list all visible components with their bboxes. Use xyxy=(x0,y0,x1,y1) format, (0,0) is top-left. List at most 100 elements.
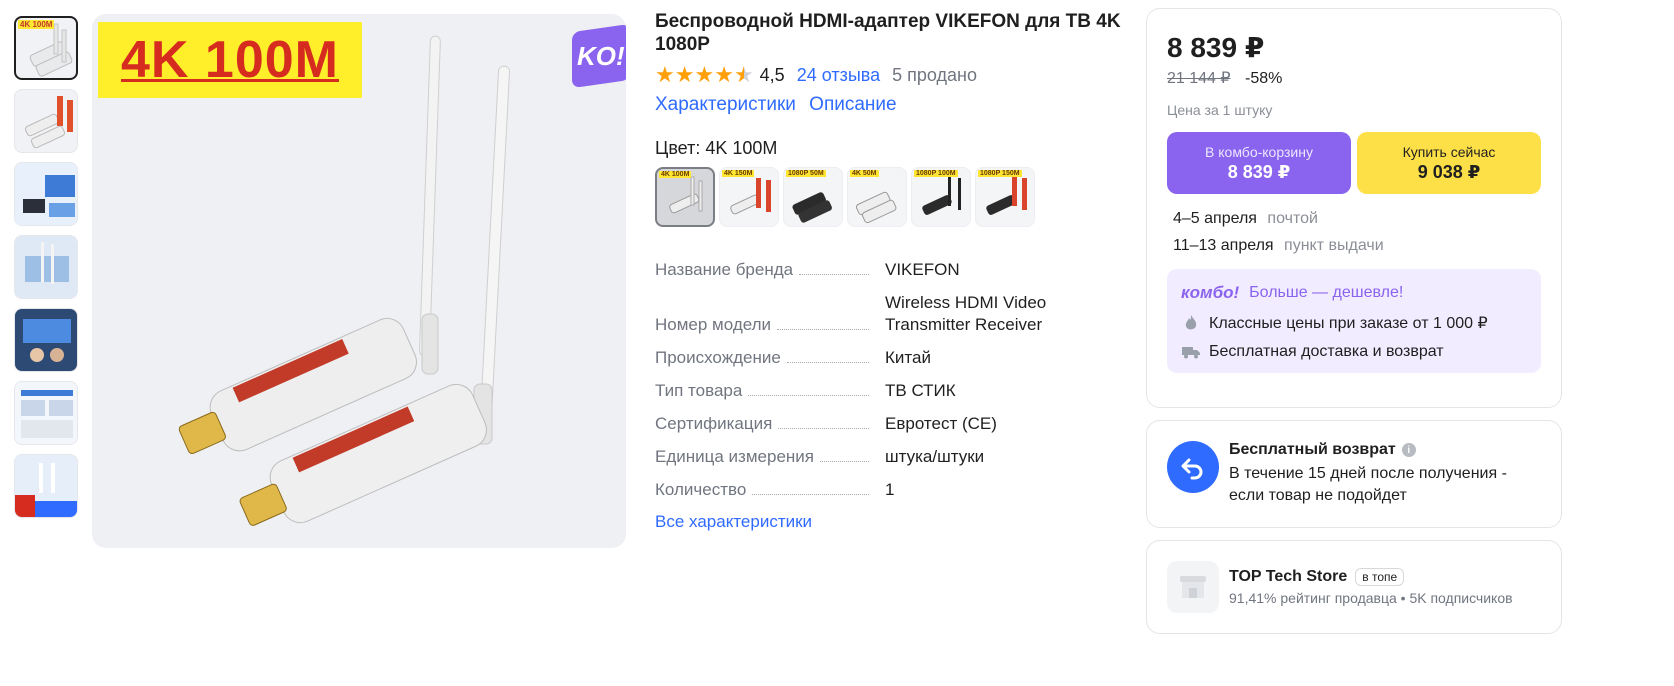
store-meta: 91,41% рейтинг продавца • 5K подписчиков xyxy=(1229,590,1513,606)
thumbnail-list: 4K 100M xyxy=(14,16,80,527)
combo-benefit-price: Классные цены при заказе от 1 000 ₽ xyxy=(1209,315,1488,332)
product-illustration xyxy=(178,35,511,526)
swatch-label: 1080P 150M xyxy=(978,170,1022,177)
thumbnail-5[interactable] xyxy=(14,308,78,372)
thumbnail-image xyxy=(15,382,77,444)
thumbnail-4[interactable] xyxy=(14,235,78,299)
thumbnail-image xyxy=(15,163,77,225)
half-star-icon: ★ xyxy=(733,62,754,87)
top-badge: в топе xyxy=(1355,568,1405,586)
thumbnail-3[interactable] xyxy=(14,162,78,226)
delivery-truck-icon xyxy=(1181,345,1201,359)
reviews-link[interactable]: 24 отзыва xyxy=(797,65,880,86)
swatch-label: 1080P 100M xyxy=(914,170,958,177)
swatch-1080p-150m[interactable]: 1080P 150M xyxy=(975,167,1035,227)
combo-button-price: 8 839 ₽ xyxy=(1227,161,1291,182)
swatch-4k-50m[interactable]: 4K 50M xyxy=(847,167,907,227)
spec-row: Название бренда VIKEFON xyxy=(655,259,1125,281)
product-title: Беспроводной HDMI-адаптер VIKEFON для ТВ… xyxy=(655,11,1121,55)
star-icon: ★ xyxy=(655,62,675,87)
star-icon: ★ xyxy=(694,62,715,87)
old-price-row: 21 144 ₽ -58% xyxy=(1167,68,1541,88)
per-unit-note: Цена за 1 штуку xyxy=(1167,102,1273,118)
spec-row: Происхождение Китай xyxy=(655,347,1125,369)
color-swatches: 4K 100M 4K 150M 1080P 50M 4K 50M 1080P 1… xyxy=(655,167,1125,227)
buy-button-title: Купить сейчас xyxy=(1402,143,1496,160)
old-price: 21 144 ₽ xyxy=(1167,70,1231,87)
store-avatar xyxy=(1167,561,1219,613)
swatch-1080p-100m[interactable]: 1080P 100M xyxy=(911,167,971,227)
spec-key: Единица измерения xyxy=(655,447,814,466)
spec-key: Номер модели xyxy=(655,315,772,334)
spec-value: Wireless HDMI Video Transmitter Receiver xyxy=(885,293,1047,334)
swatch-4k-100m[interactable]: 4K 100M xyxy=(655,167,715,227)
return-title: Бесплатный возврат xyxy=(1229,441,1396,458)
buy-button-price: 9 038 ₽ xyxy=(1417,161,1481,182)
delivery-options: 4–5 апреля почтой 11–13 апреля пункт выд… xyxy=(1167,210,1541,255)
star-icon: ★ xyxy=(674,62,695,87)
current-price: 8 839 ₽ xyxy=(1167,32,1265,63)
buy-card: 8 839 ₽ 21 144 ₽ -58% Цена за 1 штуку В … xyxy=(1146,8,1562,408)
spec-row: Тип товара ТВ СТИК xyxy=(655,380,1125,402)
delivery-method: пункт выдачи xyxy=(1284,237,1384,254)
swatch-label: 4K 100M xyxy=(659,171,692,178)
spec-value: Китай xyxy=(885,348,931,367)
thumbnail-7[interactable] xyxy=(14,454,78,518)
delivery-option: 4–5 апреля почтой xyxy=(1173,210,1541,228)
sold-count: 5 продано xyxy=(892,64,978,85)
spec-key: Тип товара xyxy=(655,381,743,400)
thumbnail-2[interactable] xyxy=(14,89,78,153)
spec-key: Количество xyxy=(655,480,747,499)
fire-icon xyxy=(1181,314,1201,332)
combo-promo[interactable]: комбо! Больше — дешевле! Классные цены п… xyxy=(1167,269,1541,373)
return-text: В течение 15 дней после получения - если… xyxy=(1229,465,1507,504)
info-icon[interactable]: i xyxy=(1401,443,1416,457)
delivery-date: 11–13 апреля xyxy=(1173,237,1274,254)
thumbnail-6[interactable] xyxy=(14,381,78,445)
spec-row: Номер модели Wireless HDMI Video Transmi… xyxy=(655,292,1125,336)
thumbnail-image xyxy=(15,309,77,371)
combo-benefit-delivery: Бесплатная доставка и возврат xyxy=(1209,343,1444,360)
rating-stars: ★ ★ ★ ★ ★ xyxy=(655,64,754,86)
spec-row: Количество 1 xyxy=(655,479,1125,501)
characteristics-link[interactable]: Характеристики xyxy=(655,94,796,115)
discount-badge: -58% xyxy=(1245,70,1283,87)
action-buttons: В комбо-корзину 8 839 ₽ Купить сейчас 9 … xyxy=(1167,132,1541,194)
section-links: Характеристики Описание xyxy=(655,94,1125,116)
spec-value: Евротест (CE) xyxy=(885,414,997,433)
thumbnail-image xyxy=(15,236,77,298)
delivery-method: почтой xyxy=(1267,210,1318,227)
swatch-label: 4K 150M xyxy=(722,170,755,177)
combo-logo: комбо! xyxy=(1181,283,1240,302)
spec-value: ТВ СТИК xyxy=(885,381,956,400)
combo-button-title: В комбо-корзину xyxy=(1205,143,1313,160)
spec-row: Сертификация Евротест (CE) xyxy=(655,413,1125,435)
main-product-image[interactable]: 4K 100M KO! xyxy=(92,14,626,548)
return-arrow-icon xyxy=(1167,441,1219,493)
swatch-label: 1080P 50M xyxy=(786,170,826,177)
thumbnail-1[interactable]: 4K 100M xyxy=(14,16,78,80)
add-to-combo-cart-button[interactable]: В комбо-корзину 8 839 ₽ xyxy=(1167,132,1351,194)
spec-list: Название бренда VIKEFON Номер модели Wir… xyxy=(655,259,1125,501)
return-policy-card[interactable]: Бесплатный возврат i В течение 15 дней п… xyxy=(1146,420,1562,528)
spec-value: 1 xyxy=(885,480,895,499)
spec-value: VIKEFON xyxy=(885,260,960,279)
all-specs-link[interactable]: Все характеристики xyxy=(655,512,1125,532)
description-link[interactable]: Описание xyxy=(809,94,896,115)
swatch-label: 4K 50M xyxy=(850,170,879,177)
store-name: TOP Tech Store xyxy=(1229,568,1348,585)
delivery-date: 4–5 апреля xyxy=(1173,210,1257,227)
store-card[interactable]: TOP Tech Store в топе 91,41% рейтинг про… xyxy=(1146,540,1562,634)
thumbnail-image xyxy=(15,455,77,517)
spec-key: Сертификация xyxy=(655,414,773,433)
star-icon: ★ xyxy=(714,62,734,87)
swatch-4k-150m[interactable]: 4K 150M xyxy=(719,167,779,227)
buy-now-button[interactable]: Купить сейчас 9 038 ₽ xyxy=(1357,132,1541,194)
color-label: Цвет: 4K 100M xyxy=(655,138,778,158)
spec-row: Единица измерения штука/штуки xyxy=(655,446,1125,468)
rating-value: 4,5 xyxy=(759,64,785,85)
thumbnail-image xyxy=(24,96,73,149)
combo-tagline: Больше — дешевле! xyxy=(1249,284,1404,301)
swatch-1080p-50m[interactable]: 1080P 50M xyxy=(783,167,843,227)
spec-value: штука/штуки xyxy=(885,447,985,466)
